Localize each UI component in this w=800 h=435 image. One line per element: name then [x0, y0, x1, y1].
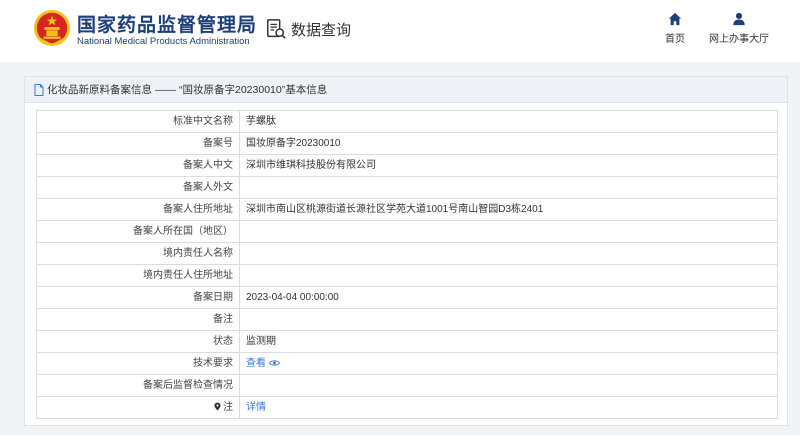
view-tech-requirements-link[interactable]: 查看: [246, 358, 266, 369]
national-emblem-icon: [33, 9, 71, 47]
row-label: 备案后监督检查情况: [36, 374, 240, 397]
site-title-en: National Medical Products Administration: [77, 36, 250, 47]
nav-home[interactable]: 首页: [661, 12, 689, 45]
panel-heading-record: “国妆原备字20230010”: [179, 84, 286, 96]
table-row: 备案人外文: [36, 176, 778, 199]
nav-home-label: 首页: [665, 34, 685, 45]
document-search-icon: [267, 19, 286, 39]
row-label: 备案人外文: [36, 176, 240, 199]
eye-icon[interactable]: [268, 359, 281, 367]
site-header: 国家药品监督管理局 National Medical Products Admi…: [0, 0, 800, 62]
table-row: 技术要求 查看: [36, 352, 778, 375]
row-value-cell: 详情: [239, 396, 778, 419]
note-label: 注: [223, 402, 233, 413]
row-value: [239, 242, 778, 265]
row-label: 备案日期: [36, 286, 240, 309]
home-icon: [668, 12, 682, 26]
table-row: 境内责任人名称: [36, 242, 778, 265]
record-table: 标准中文名称 芋螺肽 备案号 国妆原备字20230010 备案人中文 深圳市维琪…: [36, 110, 778, 419]
row-label: 备案人住所地址: [36, 198, 240, 221]
table-row: 备案后监督检查情况: [36, 374, 778, 397]
row-label: 状态: [36, 330, 240, 353]
row-value: 深圳市维琪科技股份有限公司: [239, 154, 778, 177]
table-row: 备案人中文 深圳市维琪科技股份有限公司: [36, 154, 778, 177]
row-value: 深圳市南山区桃源街道长源社区学苑大道1001号南山智园D3栋2401: [239, 198, 778, 221]
document-icon: [34, 83, 44, 96]
panel-heading-title: 化妆品新原料备案信息: [47, 84, 152, 96]
pin-icon: [214, 402, 221, 411]
table-row: 备注: [36, 308, 778, 331]
row-label: 备案人中文: [36, 154, 240, 177]
module-heading: 数据查询: [265, 17, 351, 41]
table-row: 备案号 国妆原备字20230010: [36, 132, 778, 155]
nav-online-hall[interactable]: 网上办事大厅: [709, 12, 769, 45]
row-value: 监测期: [239, 330, 778, 353]
module-title: 数据查询: [291, 21, 352, 39]
table-row: 备案人所在国（地区）: [36, 220, 778, 243]
panel-heading: 化妆品新原料备案信息 —— “国妆原备字20230010” 基本信息: [25, 77, 787, 103]
row-label: 技术要求: [36, 352, 240, 375]
row-value: [239, 308, 778, 331]
table-row: 状态 监测期: [36, 330, 778, 353]
row-value: 国妆原备字20230010: [239, 132, 778, 155]
site-title-cn: 国家药品监督管理局: [77, 15, 258, 36]
table-row: 备案人住所地址 深圳市南山区桃源街道长源社区学苑大道1001号南山智园D3栋24…: [36, 198, 778, 221]
details-link[interactable]: 详情: [246, 402, 266, 413]
row-value: [239, 220, 778, 243]
row-label-cell: 注: [36, 396, 240, 419]
row-label: 境内责任人住所地址: [36, 264, 240, 287]
panel-heading-separator: ——: [155, 83, 176, 96]
record-panel: 化妆品新原料备案信息 —— “国妆原备字20230010” 基本信息 标准中文名…: [24, 76, 788, 426]
user-icon: [733, 12, 745, 26]
row-label: 标准中文名称: [36, 110, 240, 133]
panel-heading-suffix: 基本信息: [285, 84, 328, 96]
row-value: [239, 264, 778, 287]
table-row: 境内责任人住所地址: [36, 264, 778, 287]
row-label: 备注: [36, 308, 240, 331]
row-label: 备案人所在国（地区）: [36, 220, 240, 243]
row-label: 备案号: [36, 132, 240, 155]
row-value: [239, 374, 778, 397]
table-row: 备案日期 2023-04-04 00:00:00: [36, 286, 778, 309]
table-row: 标准中文名称 芋螺肽: [36, 110, 778, 133]
row-value: [239, 176, 778, 199]
row-value: 2023-04-04 00:00:00: [239, 286, 778, 309]
row-value-cell: 查看: [239, 352, 778, 375]
table-row: 注 详情: [36, 396, 778, 419]
row-label: 境内责任人名称: [36, 242, 240, 265]
nav-online-hall-label: 网上办事大厅: [709, 34, 769, 45]
row-value: 芋螺肽: [239, 110, 778, 133]
